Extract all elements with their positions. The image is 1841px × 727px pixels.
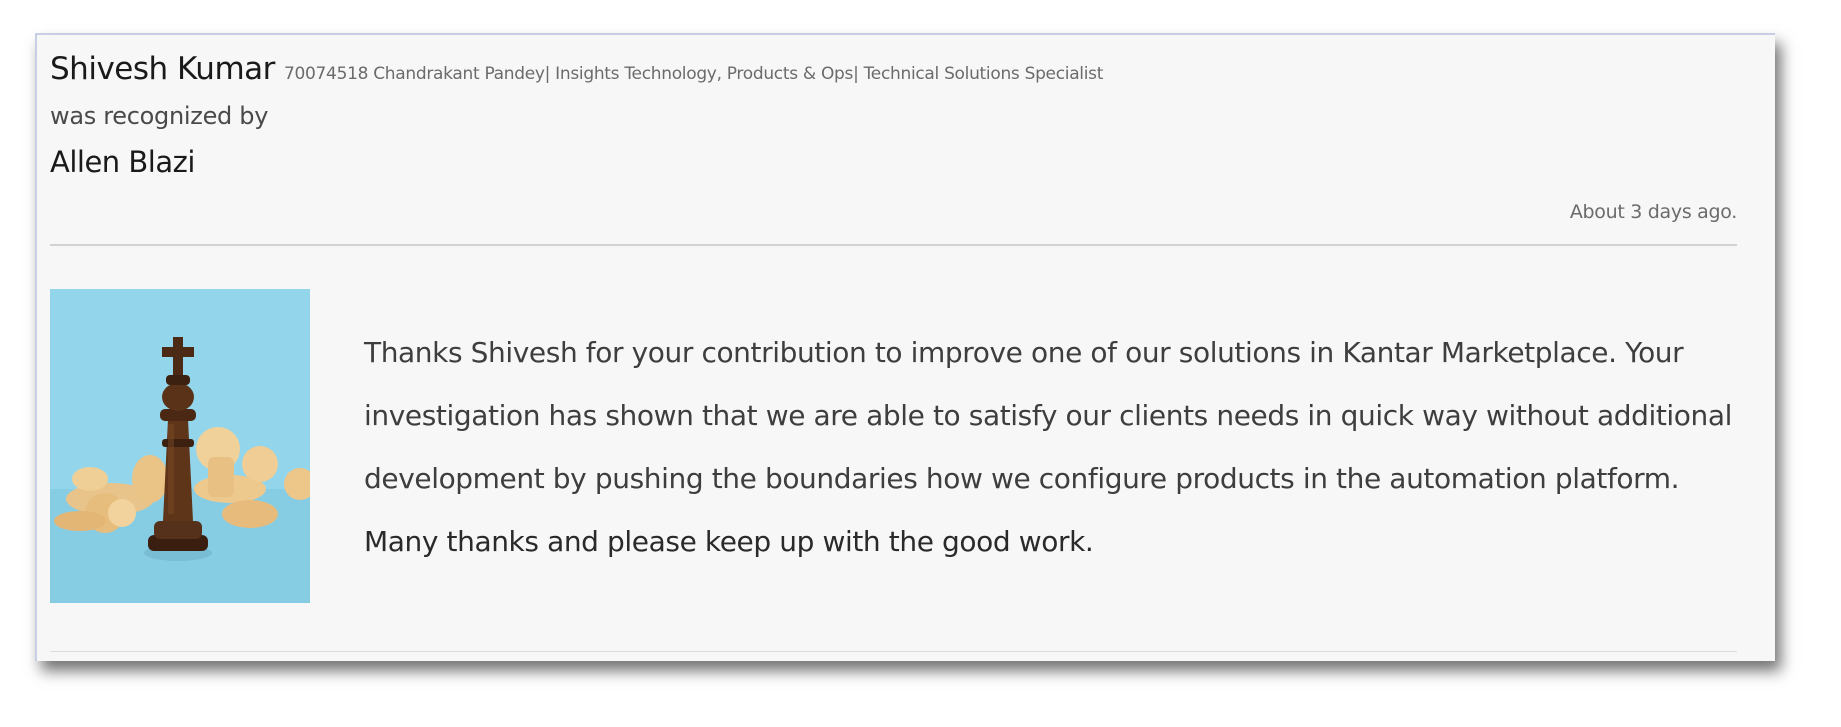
chess-king-icon <box>50 289 310 603</box>
divider <box>50 651 1737 652</box>
recognized-by-label: was recognized by <box>50 102 269 130</box>
message-line: Thanks Shivesh for your contribution to … <box>364 336 1684 369</box>
recipient-line: Shivesh Kumar 70074518 Chandrakant Pande… <box>50 47 1737 96</box>
message-line: investigation has shown that we are able… <box>364 399 1733 432</box>
recipient-name[interactable]: Shivesh Kumar <box>50 51 275 87</box>
recognition-message: Thanks Shivesh for your contribution to … <box>364 321 1734 573</box>
message-line: Many thanks and please keep up with the … <box>364 525 1094 558</box>
recognition-card: Shivesh Kumar 70074518 Chandrakant Pande… <box>35 33 1775 661</box>
giver-name[interactable]: Allen Blazi <box>50 140 1737 184</box>
divider <box>50 244 1737 246</box>
recognition-header: Shivesh Kumar 70074518 Chandrakant Pande… <box>50 47 1737 184</box>
timestamp: About 3 days ago. <box>1569 201 1737 223</box>
message-line: development by pushing the boundaries ho… <box>364 462 1680 495</box>
recipient-meta: 70074518 Chandrakant Pandey| Insights Te… <box>283 64 1104 84</box>
